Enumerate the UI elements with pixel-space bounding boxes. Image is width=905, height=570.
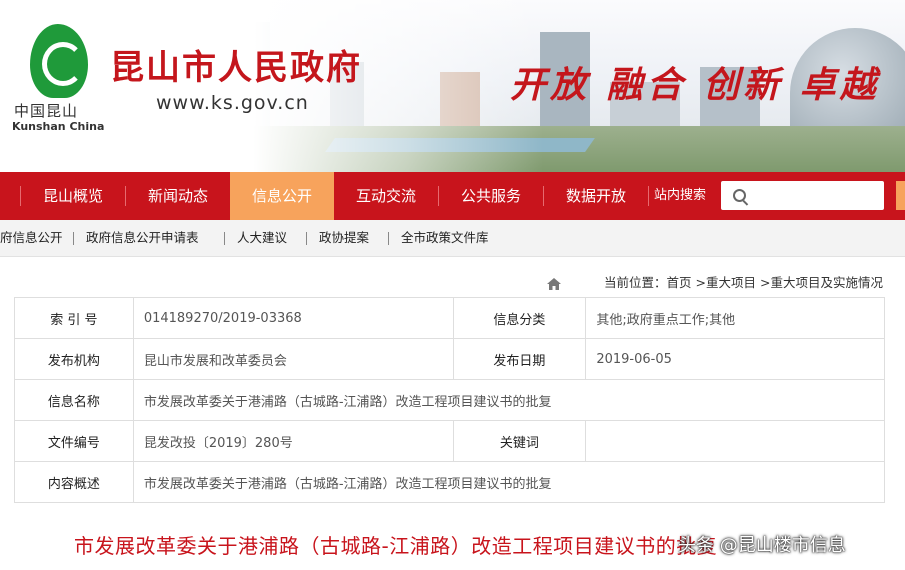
summary-label: 内容概述 [14,461,134,503]
search-input[interactable] [748,182,882,211]
subnav-item-application-form[interactable]: 政府信息公开申请表 [86,220,199,256]
site-title[interactable]: 昆山市人民政府 [110,40,362,89]
breadcrumb-prefix: 当前位置： [604,275,667,290]
subnav-item-policy-library[interactable]: 全市政策文件库 [401,220,489,256]
keywords-value [585,420,885,462]
publish-date-value: 2019-06-05 [585,338,885,380]
site-banner: 中国昆山 Kunshan China 昆山市人民政府 www.ks.gov.cn… [0,0,905,172]
index-number-value: 014189270/2019-03368 [132,297,454,339]
nav-item-public-service[interactable]: 公共服务 [439,172,543,220]
info-name-label: 信息名称 [14,379,134,421]
subnav-item-cppcc-proposals[interactable]: 政协提案 [319,220,369,256]
table-row: 文件编号 昆发改投〔2019〕280号 关键词 [14,420,885,462]
logo-english-text: Kunshan China [12,120,105,133]
logo-chinese-text: 中国昆山 [14,102,79,120]
sub-nav: 府信息公开 政府信息公开申请表 人大建议 政协提案 全市政策文件库 [0,220,905,257]
publisher-label: 发布机构 [14,338,134,380]
keywords-label: 关键词 [452,420,587,462]
summary-value: 市发展改革委关于港浦路（古城路-江浦路）改造工程项目建议书的批复 [132,461,886,503]
table-row: 发布机构 昆山市发展和改革委员会 发布日期 2019-06-05 [14,338,885,380]
nav-item-open-data[interactable]: 数据开放 [544,172,648,220]
info-name-value: 市发展改革委关于港浦路（古城路-江浦路）改造工程项目建议书的批复 [132,379,886,421]
breadcrumb-home[interactable]: 首页 [667,275,692,290]
subnav-item-info-disclosure[interactable]: 府信息公开 [0,220,63,256]
publisher-value: 昆山市发展和改革委员会 [132,338,454,380]
document-number-label: 文件编号 [14,420,134,462]
document-info-table: 索 引 号 014189270/2019-03368 信息分类 其他;政府重点工… [14,297,886,503]
table-row: 信息名称 市发展改革委关于港浦路（古城路-江浦路）改造工程项目建议书的批复 [14,379,886,421]
breadcrumb-major-projects[interactable]: >重大项目 [696,275,756,290]
breadcrumb: 当前位置：首页 >重大项目 >重大项目及实施情况 [604,272,883,294]
nav-item-partial[interactable] [0,172,20,220]
info-category-value: 其他;政府重点工作;其他 [585,297,885,339]
search-button[interactable] [896,181,905,210]
table-row: 内容概述 市发展改革委关于港浦路（古城路-江浦路）改造工程项目建议书的批复 [14,461,886,503]
site-slogan: 开放 融合 创新 卓越 [510,64,880,106]
nav-item-info-disclosure[interactable]: 信息公开 [230,172,334,220]
search-label: 站内搜索 [654,188,707,203]
search-icon [733,189,746,202]
publish-date-label: 发布日期 [452,338,587,380]
breadcrumb-current[interactable]: >重大项目及实施情况 [760,275,883,290]
home-icon [547,278,561,290]
watermark: 头条 @昆山楼市信息 [678,535,846,556]
site-url: www.ks.gov.cn [156,92,309,114]
nav-item-interaction[interactable]: 互动交流 [334,172,438,220]
article-title: 市发展改革委关于港浦路（古城路-江浦路）改造工程项目建议书的批复 [74,534,718,558]
nav-item-overview[interactable]: 昆山概览 [21,172,125,220]
subnav-item-npc-suggestions[interactable]: 人大建议 [237,220,287,256]
document-number-value: 昆发改投〔2019〕280号 [132,420,454,462]
index-number-label: 索 引 号 [14,297,134,339]
table-row: 索 引 号 014189270/2019-03368 信息分类 其他;政府重点工… [14,297,885,339]
nav-item-news[interactable]: 新闻动态 [126,172,230,220]
info-category-label: 信息分类 [452,297,587,339]
